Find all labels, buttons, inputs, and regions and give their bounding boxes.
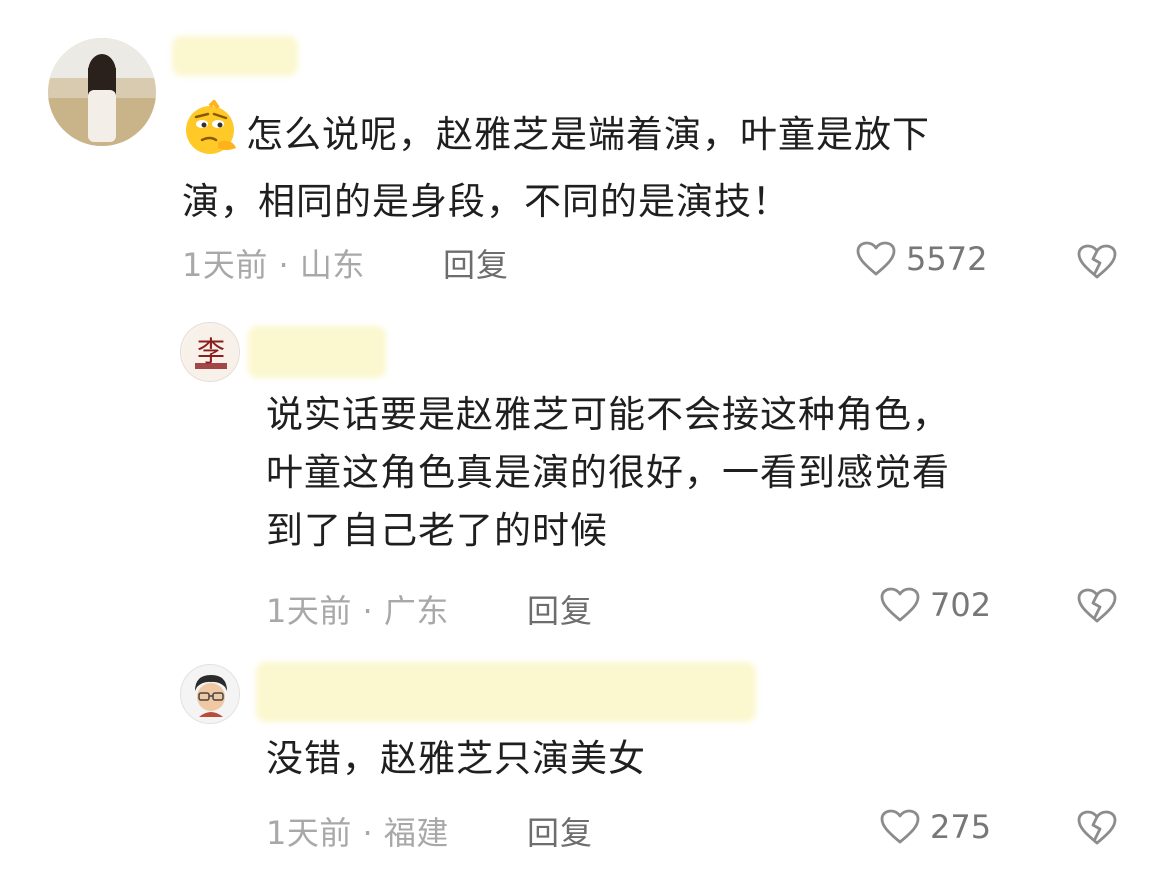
broken-heart-icon[interactable]	[1077, 810, 1117, 846]
username-redacted[interactable]	[172, 36, 298, 76]
reply-button[interactable]: 回复	[443, 240, 509, 286]
timestamp: 1天前	[266, 814, 352, 852]
comment-text-line: 演，相同的是身段，不同的是演技！	[182, 180, 790, 223]
reply-button[interactable]: 回复	[527, 586, 593, 632]
meta-separator: ·	[362, 814, 374, 852]
location: 广东	[383, 592, 449, 630]
like-count: 5572	[906, 240, 988, 278]
comment-text-line: 到了自己老了的时候	[266, 509, 608, 552]
heart-outline-icon	[856, 241, 896, 277]
meta-separator: ·	[362, 592, 374, 630]
timestamp: 1天前	[182, 246, 268, 284]
thinking-face-emoji	[182, 98, 242, 173]
heart-outline-icon	[880, 587, 920, 623]
username-redacted[interactable]	[248, 326, 386, 378]
like-count: 702	[930, 586, 992, 624]
comment-text: 没错，赵雅芝只演美女	[266, 730, 646, 788]
comment-text-line: 怎么说呢，赵雅芝是端着演，叶童是放下	[246, 113, 930, 156]
location: 山东	[299, 246, 365, 284]
location: 福建	[383, 814, 449, 852]
reply-button[interactable]: 回复	[527, 808, 593, 854]
comment-meta: 1天前 · 广东	[266, 586, 449, 632]
avatar-photo-girl	[48, 38, 156, 146]
timestamp: 1天前	[266, 592, 352, 630]
comment-meta: 1天前 · 福建	[266, 808, 449, 854]
like-button[interactable]: 275	[880, 808, 991, 846]
avatar[interactable]	[180, 664, 240, 724]
avatar[interactable]	[48, 38, 156, 146]
comment-1: 怎么说呢，赵雅芝是端着演，叶童是放下 演，相同的是身段，不同的是演技！ 1天前 …	[0, 0, 1169, 300]
broken-heart-icon[interactable]	[1077, 588, 1117, 624]
avatar[interactable]: 李	[180, 322, 240, 382]
comment-text: 怎么说呢，赵雅芝是端着演，叶童是放下 演，相同的是身段，不同的是演技！	[182, 98, 930, 231]
comment-text-line: 叶童这角色真是演的很好，一看到感觉看	[266, 451, 950, 494]
avatar-cartoon-boy	[182, 666, 239, 723]
heart-outline-icon	[880, 809, 920, 845]
comment-text-line: 说实话要是赵雅芝可能不会接这种角色，	[266, 393, 950, 436]
broken-heart-icon[interactable]	[1077, 244, 1117, 280]
username-redacted[interactable]	[256, 662, 756, 722]
comment-meta: 1天前 · 山东	[182, 240, 365, 286]
like-count: 275	[930, 808, 992, 846]
comment-text-line: 没错，赵雅芝只演美女	[266, 737, 646, 780]
comment-text: 说实话要是赵雅芝可能不会接这种角色， 叶童这角色真是演的很好，一看到感觉看 到了…	[266, 386, 950, 560]
avatar-li-character: 李	[182, 324, 239, 381]
meta-separator: ·	[278, 246, 290, 284]
like-button[interactable]: 702	[880, 586, 991, 624]
like-button[interactable]: 5572	[856, 240, 987, 278]
